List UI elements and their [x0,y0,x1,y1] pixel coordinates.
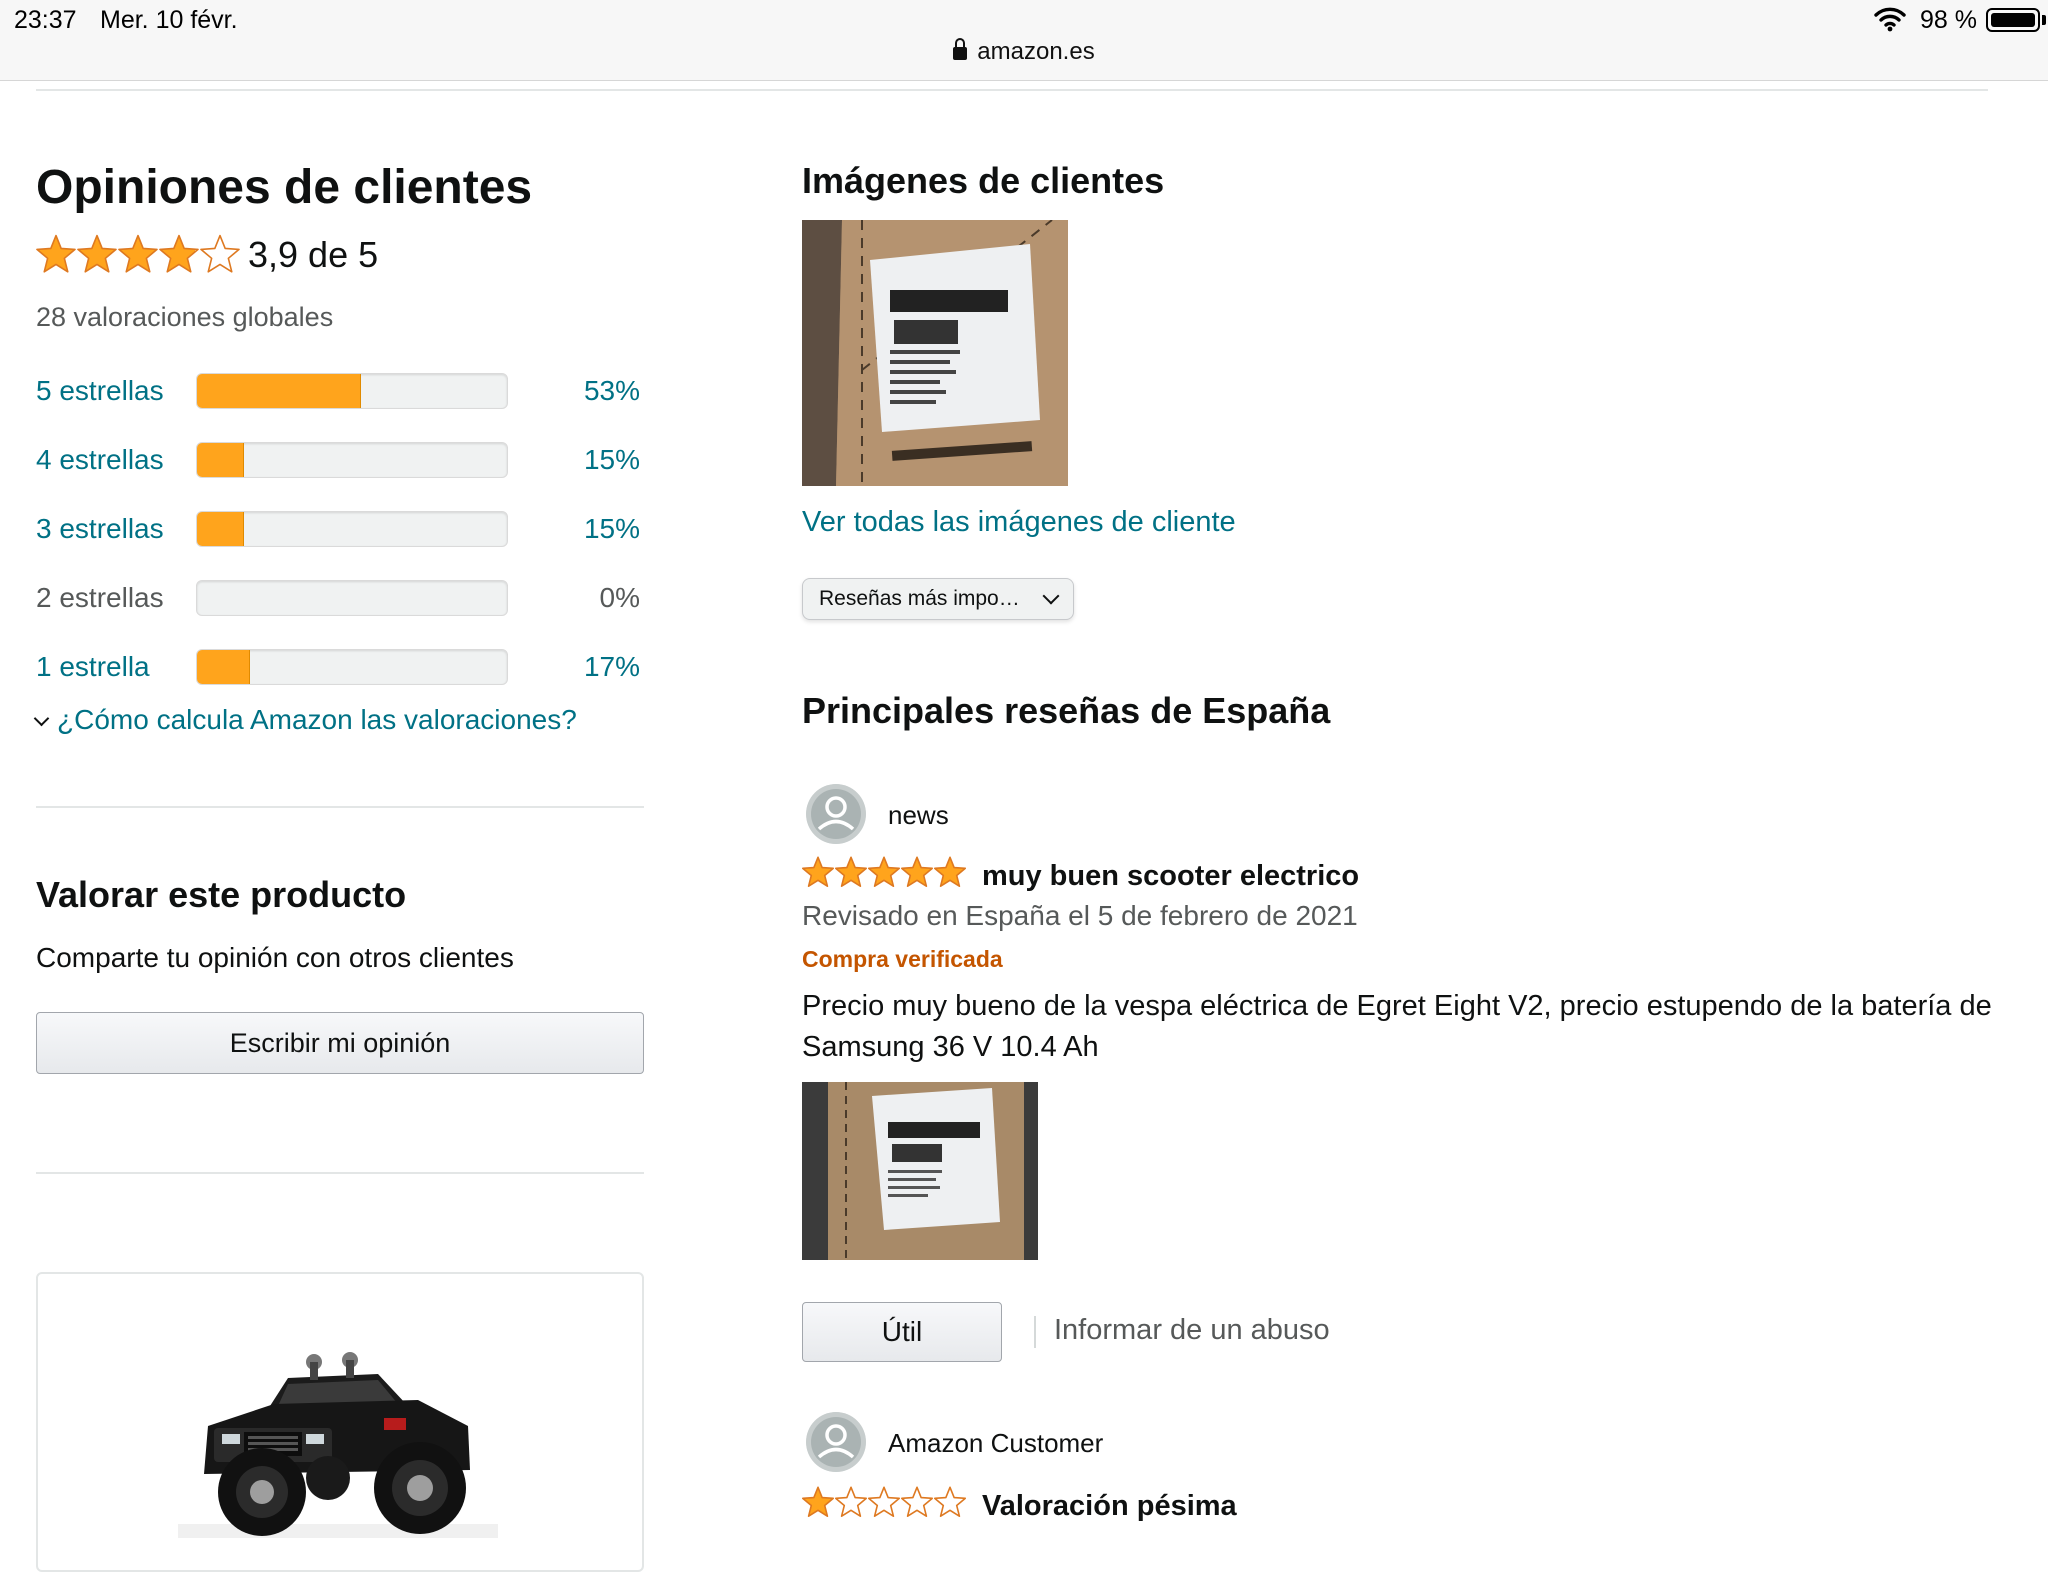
review-title[interactable]: Valoración pésima [982,1490,1237,1523]
histogram-percent[interactable]: 17% [508,651,640,683]
review-body: Precio muy bueno de la vespa eléctrica d… [802,990,1992,1063]
histogram-label: 2 estrellas [36,582,164,613]
divider [1034,1316,1036,1348]
top-reviews-heading: Principales reseñas de España [802,690,1331,731]
rate-product-heading: Valorar este producto [36,874,407,915]
histogram-label[interactable]: 5 estrellas [36,375,164,407]
histogram-bar[interactable] [196,373,508,409]
customer-reviews-heading: Opiniones de clientes [36,161,533,214]
histogram-row-5[interactable]: 5 estrellas 53% [36,367,656,417]
histogram-percent[interactable]: 53% [508,375,640,407]
status-time: 23:37 [14,6,77,34]
histogram-row-4[interactable]: 4 estrellas 15% [36,436,656,486]
chevron-down-icon [33,710,50,727]
histogram-bar[interactable] [196,442,508,478]
histogram-bar[interactable] [196,511,508,547]
histogram-fill [197,374,362,408]
sort-selected-value: Reseñas más impo… [819,587,1020,610]
lock-icon [953,38,968,60]
customer-images-heading: Imágenes de clientes [802,160,1165,201]
divider [36,1172,644,1174]
review-author[interactable]: news [888,800,949,831]
review-author[interactable]: Amazon Customer [888,1428,1103,1459]
chevron-down-icon [1042,587,1060,605]
battery-fill [1991,13,2035,27]
customer-image-thumbnail[interactable] [802,219,1068,486]
product-image[interactable] [178,1348,498,1538]
status-date: Mer. 10 févr. [100,6,238,34]
histogram-percent: 0% [599,582,640,613]
star-outline-icon [200,234,240,273]
see-all-customer-images-link[interactable]: Ver todas las imágenes de cliente [802,506,1236,539]
average-rating-text[interactable]: 3,9 de 5 [248,234,378,276]
battery-tip [2042,15,2046,25]
histogram-bar [196,580,508,616]
histogram-percent[interactable]: 15% [508,444,640,476]
rate-product-subtitle: Comparte tu opinión con otros clientes [36,942,514,973]
user-avatar-icon [806,784,866,844]
user-avatar-icon [806,1412,866,1472]
review-star-rating[interactable] [802,1486,966,1518]
star-outline-icon [900,1486,934,1518]
review-image[interactable] [802,1082,1038,1260]
review-title[interactable]: muy buen scooter electrico [982,860,1359,893]
review-date: Revisado en España el 5 de febrero de 20… [802,900,1358,931]
battery-icon [1986,8,2040,32]
helpful-button[interactable]: Útil [802,1302,1002,1362]
histogram-percent[interactable]: 15% [508,513,640,545]
wifi-icon [1874,6,1906,32]
divider [36,806,644,808]
histogram-fill [197,650,250,684]
report-abuse-link[interactable]: Informar de un abuso [1054,1314,1330,1347]
star-outline-icon [834,1486,868,1518]
review-star-rating[interactable] [802,856,966,888]
verified-purchase-badge[interactable]: Compra verificada [802,946,1003,973]
address-bar[interactable]: amazon.es [0,38,2048,72]
url-text: amazon.es [977,38,1095,65]
how-ratings-calculated-link[interactable]: ¿Cómo calcula Amazon las valoraciones? [33,704,577,736]
how-ratings-text[interactable]: ¿Cómo calcula Amazon las valoraciones? [57,704,577,735]
histogram-label[interactable]: 4 estrellas [36,444,164,476]
star-outline-icon [867,1486,901,1518]
divider [36,89,1988,91]
histogram-label[interactable]: 1 estrella [36,651,150,683]
battery-percent: 98 % [1920,6,1977,34]
write-review-button[interactable]: Escribir mi opinión [36,1012,644,1074]
star-outline-icon [933,1486,966,1518]
histogram-bar[interactable] [196,649,508,685]
histogram-label[interactable]: 3 estrellas [36,513,164,545]
histogram-fill [197,512,244,546]
histogram-row-1[interactable]: 1 estrella 17% [36,643,656,693]
histogram-fill [197,443,244,477]
average-star-rating [36,234,240,274]
histogram-row-3[interactable]: 3 estrellas 15% [36,505,656,555]
sort-reviews-dropdown[interactable]: Reseñas más impo… [802,578,1074,620]
histogram-row-2: 2 estrellas 0% [36,574,656,624]
total-ratings: 28 valoraciones globales [36,302,334,332]
